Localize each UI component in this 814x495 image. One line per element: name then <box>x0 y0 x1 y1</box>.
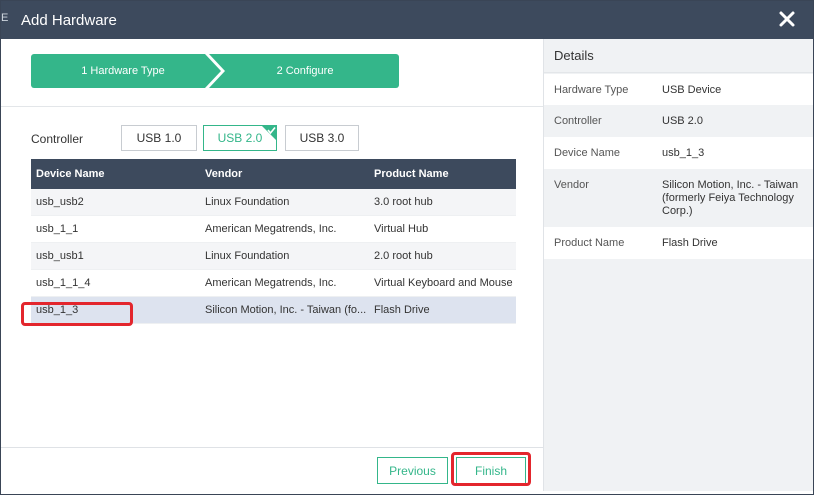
detail-value: USB 2.0 <box>662 115 703 127</box>
detail-value: USB Device <box>662 84 722 96</box>
column-header-device-name[interactable]: Device Name <box>36 159 196 189</box>
add-hardware-dialog: E Add Hardware 1 Hardware Type 2 Configu… <box>0 0 814 495</box>
cell-product-name: Virtual Keyboard and Mouse <box>374 277 513 289</box>
table-row[interactable]: usb_1_1_4 American Megatrends, Inc. Virt… <box>31 270 516 297</box>
detail-key: Hardware Type <box>554 84 629 96</box>
cell-product-name: Flash Drive <box>374 304 430 316</box>
cell-device-name: usb_1_1_4 <box>36 277 91 289</box>
wizard-step-hardware-type[interactable]: 1 Hardware Type <box>31 54 215 88</box>
highlight-box-selected-device <box>21 302 133 326</box>
table-row[interactable]: usb_usb2 Linux Foundation 3.0 root hub <box>31 189 516 216</box>
cell-vendor: American Megatrends, Inc. <box>205 223 337 235</box>
cell-device-name: usb_usb1 <box>36 250 84 262</box>
button-label: Previous <box>389 463 436 478</box>
detail-row-hardware-type: Hardware Type USB Device <box>544 74 813 105</box>
option-label: USB 3.0 <box>299 131 345 145</box>
detail-key: Product Name <box>554 237 625 249</box>
previous-button[interactable]: Previous <box>377 457 448 484</box>
divider <box>1 106 543 107</box>
detail-value: Flash Drive <box>662 237 718 249</box>
column-header-product-name[interactable]: Product Name <box>374 159 516 189</box>
wizard-steps: 1 Hardware Type 2 Configure <box>31 54 399 88</box>
detail-value: usb_1_3 <box>662 147 705 159</box>
detail-row-product-name: Product Name Flash Drive <box>544 227 813 259</box>
detail-key: Controller <box>554 115 602 127</box>
cell-vendor: American Megatrends, Inc. <box>205 277 337 289</box>
detail-row-controller: Controller USB 2.0 <box>544 105 813 137</box>
edge-glyph: E <box>1 12 9 24</box>
dialog-titlebar: E Add Hardware <box>1 1 813 39</box>
details-panel: Details Hardware Type USB Device Control… <box>543 39 813 491</box>
step-separator-chevron <box>205 54 225 88</box>
column-header-vendor[interactable]: Vendor <box>205 159 367 189</box>
dialog-title: Add Hardware <box>21 12 117 29</box>
detail-row-vendor: Vendor Silicon Motion, Inc. - Taiwan (fo… <box>544 169 813 227</box>
option-label: USB 1.0 <box>136 131 182 145</box>
device-table: Device Name Vendor Product Name usb_usb2… <box>31 159 516 324</box>
footer-divider <box>1 447 543 448</box>
wizard-step-configure[interactable]: 2 Configure <box>211 54 399 88</box>
option-label: USB 2.0 <box>217 131 263 145</box>
details-heading: Details <box>544 39 813 73</box>
detail-row-device-name: Device Name usb_1_3 <box>544 137 813 169</box>
wizard-step-label: 1 Hardware Type <box>81 65 165 77</box>
cell-product-name: Virtual Hub <box>374 223 429 235</box>
cell-vendor: Linux Foundation <box>205 196 290 208</box>
table-row[interactable]: usb_usb1 Linux Foundation 2.0 root hub <box>31 243 516 270</box>
wizard-step-label: 2 Configure <box>276 65 334 77</box>
cell-device-name: usb_usb2 <box>36 196 84 208</box>
cell-vendor: Silicon Motion, Inc. - Taiwan (fo... <box>205 304 367 316</box>
table-header: Device Name Vendor Product Name <box>31 159 516 189</box>
highlight-box-finish <box>451 452 531 486</box>
close-icon[interactable] <box>777 9 797 29</box>
check-icon <box>261 125 277 141</box>
controller-usb-3-0-button[interactable]: USB 3.0 <box>285 125 359 151</box>
controller-label: Controller <box>31 132 84 146</box>
main-panel: 1 Hardware Type 2 Configure Controller U… <box>1 39 543 491</box>
cell-vendor: Linux Foundation <box>205 250 290 262</box>
table-row[interactable]: usb_1_1 American Megatrends, Inc. Virtua… <box>31 216 516 243</box>
detail-key: Device Name <box>554 147 621 159</box>
detail-key: Vendor <box>554 179 589 191</box>
controller-usb-1-0-button[interactable]: USB 1.0 <box>121 125 197 151</box>
controller-usb-2-0-button[interactable]: USB 2.0 <box>203 125 277 151</box>
cell-product-name: 3.0 root hub <box>374 196 433 208</box>
detail-value: Silicon Motion, Inc. - Taiwan (formerly … <box>662 179 799 217</box>
cell-product-name: 2.0 root hub <box>374 250 433 262</box>
cell-device-name: usb_1_1 <box>36 223 79 235</box>
